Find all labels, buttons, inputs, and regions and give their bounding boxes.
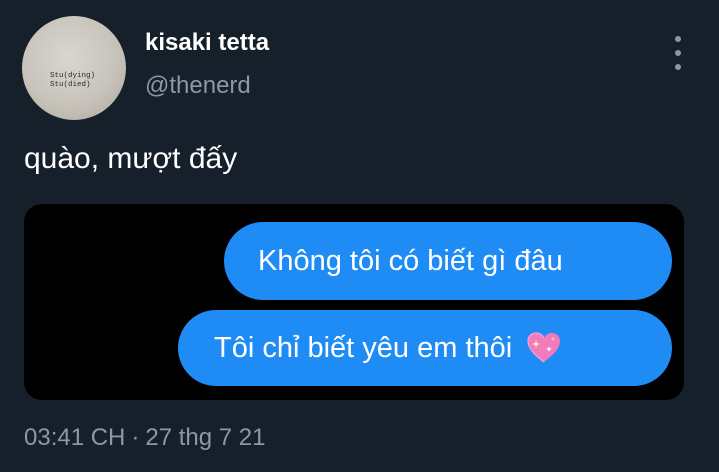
tweet-date: 27 thg 7 21 xyxy=(145,424,266,451)
sparkling-heart-icon xyxy=(527,332,561,363)
timestamp-separator: · xyxy=(131,424,140,451)
tweet-timestamp[interactable]: 03:41 CH · 27 thg 7 21 xyxy=(24,424,266,452)
tweet-time: 03:41 CH xyxy=(24,424,126,451)
more-dot-icon xyxy=(675,50,681,56)
more-options-button[interactable] xyxy=(668,36,688,70)
more-dot-icon xyxy=(675,64,681,70)
user-handle[interactable]: @thenerd xyxy=(145,72,251,100)
message-bubble: Tôi chỉ biết yêu em thôi xyxy=(178,310,672,386)
avatar[interactable]: Stu(dying) Stu(died) xyxy=(22,16,126,120)
more-dot-icon xyxy=(675,36,681,42)
display-name[interactable]: kisaki tetta xyxy=(145,29,269,57)
message-text: Không tôi có biết gì đâu xyxy=(258,244,563,277)
message-bubble: Không tôi có biết gì đâu xyxy=(224,222,672,300)
avatar-text-line2: Stu(died) xyxy=(50,81,91,89)
avatar-shirt-text: Stu(dying) Stu(died) xyxy=(50,72,110,90)
tweet-text: quào, mượt đấy xyxy=(24,142,238,175)
tweet-media-image[interactable]: Không tôi có biết gì đâu Tôi chỉ biết yê… xyxy=(24,204,684,400)
avatar-text-line1: Stu(dying) xyxy=(50,72,96,80)
message-text: Tôi chỉ biết yêu em thôi xyxy=(214,331,513,364)
